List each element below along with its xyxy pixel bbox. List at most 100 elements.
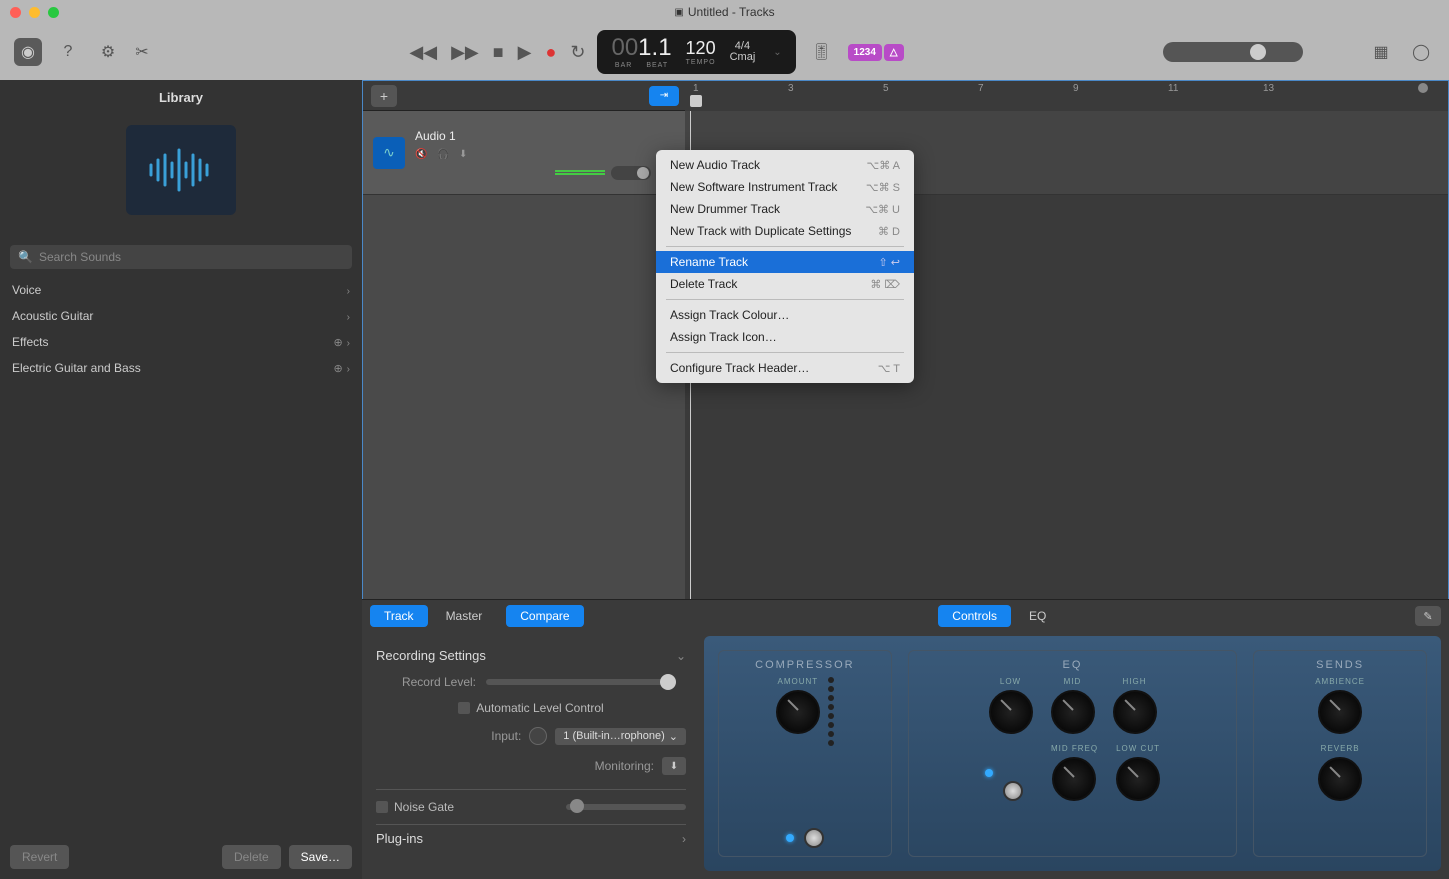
document-icon: ▣ <box>674 7 683 18</box>
input-format-button[interactable] <box>529 727 547 745</box>
library-toggle-button[interactable]: ◉ <box>14 38 42 66</box>
menu-item[interactable]: Delete Track⌘ ⌦ <box>656 273 914 295</box>
recording-settings-panel: Recording Settings ⌄ Record Level: Autom… <box>362 632 700 879</box>
menu-item[interactable]: Rename Track⇧ ↩ <box>656 251 914 273</box>
noise-gate-checkbox[interactable] <box>376 801 388 813</box>
tab-master[interactable]: Master <box>432 605 497 627</box>
window-title: ▣Untitled - Tracks <box>674 5 774 19</box>
forward-button[interactable]: ▶▶ <box>451 42 479 63</box>
lcd-beat: 1.1 <box>638 34 671 61</box>
compressor-amount-knob[interactable] <box>776 690 820 734</box>
waveform-icon <box>146 145 216 195</box>
library-category-item[interactable]: Effects⊕› <box>0 329 362 355</box>
zoom-window-button[interactable] <box>48 7 59 18</box>
volume-meter <box>555 170 605 176</box>
compressor-jack[interactable] <box>804 828 824 848</box>
track-header-audio1[interactable]: ∿ Audio 1 🔇 🎧 ⬇ <box>363 111 685 195</box>
library-category-item[interactable]: Electric Guitar and Bass⊕› <box>0 355 362 381</box>
add-track-button[interactable]: + <box>371 85 397 107</box>
library-category-item[interactable]: Acoustic Guitar› <box>0 303 362 329</box>
settings-button[interactable]: ⚙ <box>94 38 122 66</box>
edit-smart-controls-button[interactable]: ✎ <box>1415 606 1441 626</box>
noise-gate-slider[interactable] <box>566 804 686 810</box>
library-panel: Library 🔍 Search Sounds Voice›Acoustic G… <box>0 80 362 879</box>
quick-help-button[interactable]: ? <box>54 38 82 66</box>
eq-high-knob[interactable] <box>1113 690 1157 734</box>
library-category-item[interactable]: Voice› <box>0 277 362 303</box>
tuner-button[interactable]: 🎚 <box>808 38 836 66</box>
eq-jack[interactable] <box>1003 781 1023 801</box>
noise-gate-label: Noise Gate <box>394 800 454 814</box>
monitoring-button[interactable]: ⬇ <box>662 757 686 775</box>
master-volume-slider[interactable] <box>1163 42 1303 62</box>
eq-low-knob[interactable] <box>989 690 1033 734</box>
metronome-badge[interactable]: △ <box>884 44 904 61</box>
transport-controls: ◀◀ ▶▶ ■ ▶ ● ↻ <box>409 42 585 63</box>
menu-item[interactable]: New Track with Duplicate Settings⌘ D <box>656 220 914 242</box>
rewind-button[interactable]: ◀◀ <box>409 42 437 63</box>
count-in-badges: 1234 △ <box>848 44 904 61</box>
collapse-icon[interactable]: ⌄ <box>676 649 686 663</box>
lcd-display[interactable]: 001.1 BARBEAT 120 TEMPO 4/4 Cmaj ⌄ <box>597 30 795 74</box>
lcd-menu-chevron-icon[interactable]: ⌄ <box>773 47 781 58</box>
minimize-window-button[interactable] <box>29 7 40 18</box>
delete-patch-button[interactable]: Delete <box>222 845 281 869</box>
end-marker[interactable] <box>1418 83 1428 93</box>
menu-item[interactable]: New Drummer Track⌥⌘ U <box>656 198 914 220</box>
stop-button[interactable]: ■ <box>493 42 504 63</box>
menu-item[interactable]: Assign Track Icon… <box>656 326 914 348</box>
scissors-button[interactable]: ✂ <box>134 38 150 66</box>
ambience-knob[interactable] <box>1318 690 1362 734</box>
play-button[interactable]: ▶ <box>518 42 532 63</box>
menu-item[interactable]: Assign Track Colour… <box>656 304 914 326</box>
count-in-badge[interactable]: 1234 <box>848 44 882 61</box>
menu-item[interactable]: New Software Instrument Track⌥⌘ S <box>656 176 914 198</box>
plugins-chevron-icon[interactable]: › <box>682 832 686 846</box>
input-monitor-button[interactable]: ⬇ <box>459 149 475 163</box>
record-button[interactable]: ● <box>546 42 557 63</box>
auto-level-label: Automatic Level Control <box>476 701 603 715</box>
library-title: Library <box>0 80 362 115</box>
menu-item[interactable]: Configure Track Header…⌥ T <box>656 357 914 379</box>
close-window-button[interactable] <box>10 7 21 18</box>
ruler-number: 13 <box>1263 83 1274 94</box>
eq-section: EQ LOW MID HIGH MID FREQ LOW CUT <box>908 650 1238 857</box>
playhead-marker[interactable] <box>690 95 702 107</box>
compare-button[interactable]: Compare <box>506 605 583 627</box>
mute-button[interactable]: 🔇 <box>415 149 431 163</box>
eq-midfreq-knob[interactable] <box>1052 757 1096 801</box>
notepad-button[interactable]: ▦ <box>1367 38 1395 66</box>
ruler-number: 7 <box>978 83 984 94</box>
menu-item[interactable]: New Audio Track⌥⌘ A <box>656 154 914 176</box>
window-controls <box>0 7 59 18</box>
track-icon: ∿ <box>373 137 405 169</box>
auto-level-checkbox[interactable] <box>458 702 470 714</box>
tab-controls[interactable]: Controls <box>938 605 1011 627</box>
tab-eq[interactable]: EQ <box>1015 605 1060 627</box>
plugins-title: Plug-ins <box>376 831 423 846</box>
headphone-button[interactable]: 🎧 <box>437 149 453 163</box>
eq-led <box>985 769 993 777</box>
eq-mid-knob[interactable] <box>1051 690 1095 734</box>
track-context-menu: New Audio Track⌥⌘ ANew Software Instrume… <box>656 150 914 383</box>
volume-slider[interactable] <box>611 166 651 180</box>
ruler-number: 3 <box>788 83 794 94</box>
chevron-right-icon: › <box>347 338 350 349</box>
menu-divider <box>666 246 904 247</box>
eq-lowcut-knob[interactable] <box>1116 757 1160 801</box>
record-level-slider[interactable] <box>486 679 676 685</box>
recording-settings-title: Recording Settings <box>376 648 486 663</box>
cycle-button[interactable]: ↻ <box>570 42 585 63</box>
ruler-number: 11 <box>1168 83 1178 94</box>
catch-playhead-button[interactable]: ⇥ <box>649 86 679 106</box>
save-patch-button[interactable]: Save… <box>289 845 352 869</box>
tab-track[interactable]: Track <box>370 605 428 627</box>
loop-browser-button[interactable]: ◯ <box>1407 38 1435 66</box>
timeline-ruler[interactable]: 135791113 <box>685 81 1448 111</box>
reverb-knob[interactable] <box>1318 757 1362 801</box>
search-sounds-input[interactable]: 🔍 Search Sounds <box>10 245 352 269</box>
sends-section: SENDS AMBIENCE REVERB <box>1253 650 1427 857</box>
input-select[interactable]: 1 (Built-in…rophone)⌄ <box>555 728 686 745</box>
compressor-section: COMPRESSOR AMOUNT <box>718 650 892 857</box>
revert-button[interactable]: Revert <box>10 845 69 869</box>
